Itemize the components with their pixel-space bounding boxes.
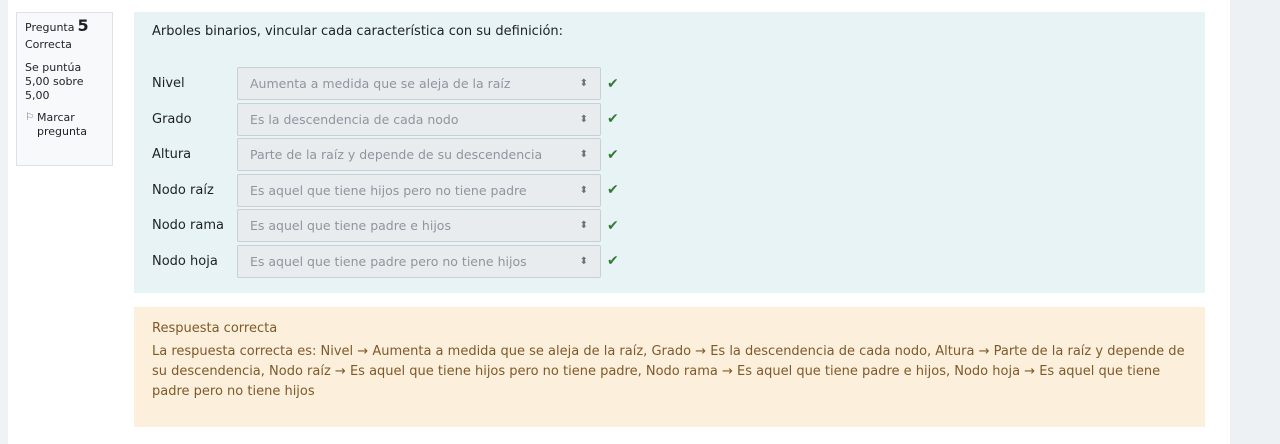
question-number-row: Pregunta 5 (25, 16, 104, 35)
match-select[interactable]: Es aquel que tiene padre pero no tiene h… (237, 244, 601, 278)
question-number: 5 (77, 16, 89, 35)
match-rows: Nivel Aumenta a medida que se aleja de l… (152, 66, 619, 279)
flag-question-link[interactable]: ⚐ Marcar pregunta (25, 111, 104, 139)
select-arrows-icon: ⬍ (579, 184, 588, 196)
select-arrows-icon: ⬍ (579, 149, 588, 161)
select-arrows-icon: ⬍ (579, 113, 588, 125)
correct-check-icon: ✔ (607, 146, 619, 163)
match-row: Nodo rama Es aquel que tiene padre e hij… (152, 208, 619, 244)
match-row: Altura Parte de la raíz y depende de su … (152, 137, 619, 173)
feedback-title: Respuesta correcta (152, 321, 278, 336)
flag-icon: ⚐ (25, 112, 34, 123)
right-gutter (1230, 0, 1280, 444)
match-row: Nivel Aumenta a medida que se aleja de l… (152, 66, 619, 102)
match-select[interactable]: Aumenta a medida que se aleja de la raíz… (237, 67, 601, 101)
match-select[interactable]: Parte de la raíz y depende de su descend… (237, 138, 601, 172)
correct-check-icon: ✔ (607, 111, 619, 128)
flag-question-label: Marcar pregunta (36, 111, 87, 138)
match-label: Altura (152, 147, 192, 163)
match-row: Nodo hoja Es aquel que tiene padre pero … (152, 244, 619, 280)
match-label: Grado (152, 111, 192, 127)
match-label: Nodo raíz (152, 182, 214, 198)
correct-check-icon: ✔ (607, 217, 619, 234)
correct-check-icon: ✔ (607, 182, 619, 199)
select-arrows-icon: ⬍ (579, 78, 588, 90)
question-state: Correcta (25, 38, 72, 51)
feedback-text: La respuesta correcta es: Nivel → Aument… (152, 344, 1185, 399)
match-label: Nivel (152, 76, 185, 92)
match-select-value: Es aquel que tiene padre pero no tiene h… (250, 253, 527, 269)
match-select[interactable]: Es aquel que tiene padre e hijos ⬍ (237, 209, 601, 243)
select-arrows-icon: ⬍ (579, 255, 588, 267)
match-label: Nodo hoja (152, 253, 218, 269)
question-formulation: Arboles binarios, vincular cada caracter… (134, 12, 1205, 293)
match-select-value: Es aquel que tiene padre e hijos (250, 218, 451, 234)
question-text: Arboles binarios, vincular cada caracter… (152, 24, 564, 39)
match-select-value: Es aquel que tiene hijos pero no tiene p… (250, 182, 527, 198)
match-label: Nodo rama (152, 218, 224, 234)
question-label: Pregunta (25, 21, 75, 34)
question-info-panel: Pregunta 5 Correcta Se puntúa 5,00 sobre… (16, 12, 113, 166)
match-select-value: Aumenta a medida que se aleja de la raíz (250, 76, 511, 92)
select-arrows-icon: ⬍ (579, 220, 588, 232)
feedback-panel: Respuesta correcta La respuesta correcta… (134, 307, 1205, 427)
match-select[interactable]: Es aquel que tiene hijos pero no tiene p… (237, 173, 601, 207)
match-row: Nodo raíz Es aquel que tiene hijos pero … (152, 173, 619, 209)
correct-check-icon: ✔ (607, 253, 619, 270)
match-select[interactable]: Es la descendencia de cada nodo ⬍ (237, 102, 601, 136)
correct-check-icon: ✔ (607, 75, 619, 92)
match-select-value: Es la descendencia de cada nodo (250, 111, 459, 127)
match-select-value: Parte de la raíz y depende de su descend… (250, 147, 543, 163)
question-grade: Se puntúa 5,00 sobre 5,00 (25, 61, 84, 102)
match-row: Grado Es la descendencia de cada nodo ⬍ … (152, 102, 619, 138)
